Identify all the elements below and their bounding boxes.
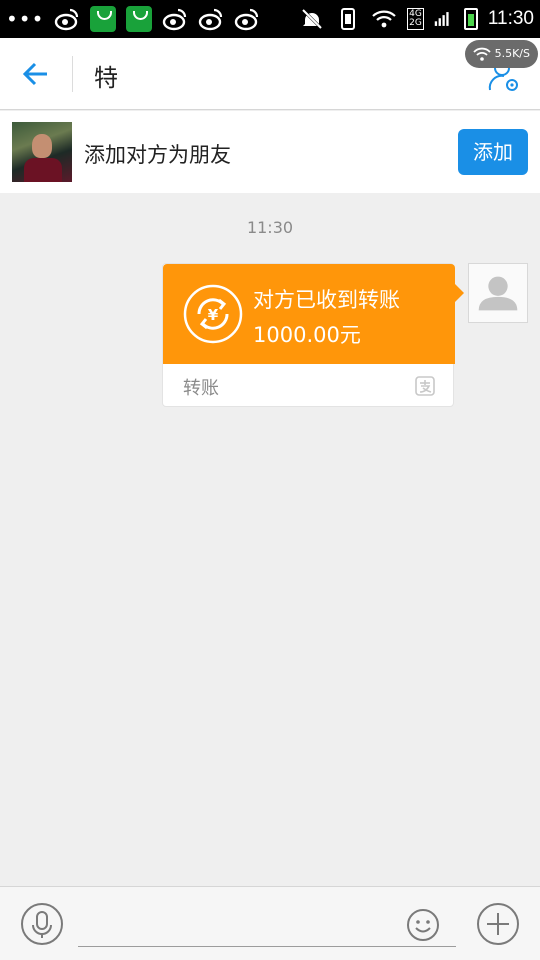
page-title: 特: [94, 64, 118, 92]
add-friend-prompt: 添加对方为朋友: [84, 143, 231, 167]
transfer-status: 对方已收到转账: [253, 288, 400, 312]
add-friend-button[interactable]: 添加: [458, 129, 528, 175]
transfer-card-header: ¥ 对方已收到转账 1000.00元: [163, 264, 455, 364]
chat-header: 特 5.5K/S: [0, 38, 540, 110]
wifi-icon: [472, 47, 491, 61]
battery-icon: [463, 8, 478, 30]
self-avatar[interactable]: [468, 263, 528, 323]
network-speed-badge: 5.5K/S: [464, 40, 538, 68]
alipay-icon: [415, 376, 435, 396]
message-input-bar: [0, 886, 540, 960]
wifi-icon: [372, 10, 396, 28]
mute-icon: [301, 7, 324, 31]
yuan-transfer-icon: ¥: [183, 284, 243, 344]
header-divider: [72, 56, 73, 92]
back-arrow-icon[interactable]: [18, 56, 54, 92]
add-friend-bar: 添加对方为朋友 添加: [0, 111, 540, 193]
transfer-label: 转账: [183, 378, 219, 399]
signal-icon: [434, 12, 449, 26]
status-bar: ••• 4G 2G 11:30: [0, 0, 540, 38]
network-type-label: 4G 2G: [407, 8, 424, 30]
microphone-icon[interactable]: [20, 902, 64, 946]
avatar[interactable]: [12, 122, 72, 182]
emoji-icon[interactable]: [406, 908, 440, 942]
message-input[interactable]: [78, 903, 456, 947]
network-speed-text: 5.5K/S: [494, 47, 530, 60]
status-time: 11:30: [487, 8, 534, 29]
message-timestamp: 11:30: [246, 218, 294, 237]
weibo-icon: [199, 8, 223, 31]
shopping-bag-icon: [126, 6, 153, 32]
plus-icon[interactable]: [476, 902, 520, 946]
shopping-bag-icon: [90, 6, 117, 32]
message-bubble-tail: [454, 283, 464, 303]
more-notifications-icon: •••: [6, 7, 45, 31]
weibo-icon: [163, 8, 187, 31]
svg-text:¥: ¥: [208, 306, 219, 324]
weibo-icon: [235, 8, 259, 31]
weibo-icon: [55, 8, 79, 31]
transfer-amount: 1000.00元: [253, 323, 361, 347]
transfer-message-card[interactable]: ¥ 对方已收到转账 1000.00元 转账: [162, 263, 455, 407]
vibrate-icon: [341, 8, 356, 30]
